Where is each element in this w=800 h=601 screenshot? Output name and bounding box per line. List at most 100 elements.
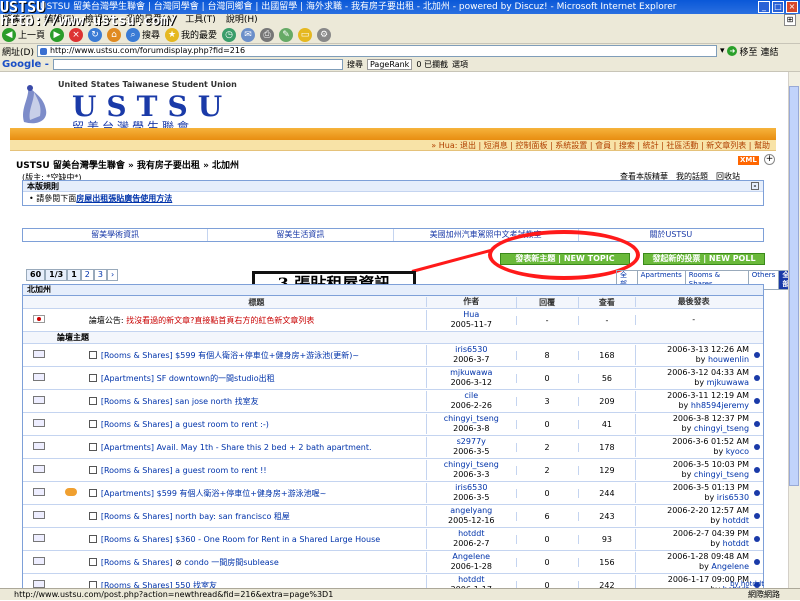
select-checkbox[interactable] — [88, 443, 97, 451]
table-row[interactable]: [Rooms & Shares] san jose north 找室友 cile 2… — [23, 390, 763, 413]
menu-help[interactable]: 說明(H) — [226, 14, 258, 26]
topic-category[interactable]: [Rooms & Shares] — [101, 512, 173, 521]
breadcrumb[interactable]: USTSU 留美台灣學生聯會 » 我有房子要出租 » 北加州 — [16, 158, 239, 171]
topic-title[interactable]: san jose north 找室友 — [175, 397, 258, 406]
last-post-author[interactable]: mjkuwawa — [707, 378, 749, 387]
topic-author[interactable]: angelyang — [429, 506, 514, 516]
table-row[interactable]: [Apartments] $599 有個人衛浴+停車位+健身房+游泳池喔~ iri… — [23, 482, 763, 505]
select-checkbox[interactable] — [88, 397, 97, 405]
favorites-button[interactable]: ★ 我的最愛 — [165, 27, 217, 42]
maximize-icon[interactable]: □ — [772, 1, 784, 13]
table-row[interactable]: [Rooms & Shares] 550 找室友hotddt2006-1-170… — [23, 574, 763, 588]
last-post-author[interactable]: chingyi_tseng — [694, 470, 749, 479]
mail-icon[interactable]: ✉ — [241, 27, 256, 42]
collapse-icon[interactable]: - — [751, 182, 759, 190]
page-3[interactable]: 3 — [93, 269, 107, 281]
topic-category[interactable]: [Rooms & Shares] — [101, 558, 173, 567]
select-checkbox[interactable] — [88, 512, 97, 520]
stop-icon[interactable]: × — [69, 27, 84, 42]
go-to-last-icon[interactable] — [754, 535, 761, 542]
table-row[interactable]: [Apartments] Avail. May 1th - Share this… — [23, 436, 763, 459]
topic-category[interactable]: [Rooms & Shares] — [101, 351, 173, 360]
select-checkbox[interactable] — [88, 351, 97, 359]
topic-author[interactable]: hotddt — [429, 575, 514, 585]
google-search-button[interactable]: 搜尋 — [347, 59, 363, 70]
history-icon[interactable]: ◷ — [222, 27, 237, 42]
refresh-icon[interactable]: ↻ — [88, 27, 103, 42]
topic-category[interactable]: [Apartments] — [101, 443, 154, 452]
links-label[interactable]: 連結 — [761, 45, 779, 58]
nav-academic[interactable]: 留美學術資訊 — [23, 229, 209, 241]
address-dropdown-icon[interactable]: ▾ — [720, 46, 725, 56]
topic-category[interactable]: [Rooms & Shares] — [101, 420, 173, 429]
select-checkbox[interactable] — [88, 420, 97, 428]
go-to-last-icon[interactable] — [754, 558, 761, 565]
xml-feed-badge[interactable]: XML — [738, 156, 759, 165]
table-row[interactable]: [Rooms & Shares] ⊘ condo 一間房間sublease Ang… — [23, 551, 763, 574]
google-logo[interactable]: Google - — [2, 59, 49, 70]
go-to-last-icon[interactable] — [754, 374, 761, 381]
go-to-last-icon[interactable] — [754, 351, 761, 358]
menu-tools[interactable]: 工具(T) — [185, 14, 216, 26]
edit-icon[interactable]: ✎ — [279, 27, 294, 42]
topic-title[interactable]: north bay: san francisco 租屋 — [175, 512, 290, 521]
forward-arrow-icon[interactable]: ▶ — [50, 27, 65, 42]
page-2[interactable]: 2 — [80, 269, 94, 281]
topic-title[interactable]: a guest room to rent !! — [175, 466, 266, 475]
go-to-last-icon[interactable] — [754, 397, 761, 404]
topic-author[interactable]: iris6530 — [429, 345, 514, 355]
topic-title[interactable]: $599 有個人衛浴+停車位+健身房+游泳池喔~ — [157, 489, 327, 498]
table-row[interactable]: [Apartments] SF downtown的一間studio出租 mjkuw… — [23, 367, 763, 390]
rules-link[interactable]: 房屋出租張貼廣告使用方法 — [76, 194, 172, 203]
topic-title[interactable]: SF downtown的一間studio出租 — [157, 374, 275, 383]
last-post-author[interactable]: chingyi_tseng — [694, 424, 749, 433]
nav-living[interactable]: 留美生活資訊 — [208, 229, 394, 241]
table-row[interactable]: [Rooms & Shares] a guest room to rent !!… — [23, 459, 763, 482]
topic-title[interactable]: $360 - One Room for Rent in a Shared Lar… — [175, 535, 380, 544]
topic-author[interactable]: cile — [429, 391, 514, 401]
page-1[interactable]: 1 — [67, 269, 81, 281]
google-search-input[interactable] — [52, 59, 343, 70]
address-input[interactable]: http://www.ustsu.com/forumdisplay.php?fi… — [36, 45, 717, 57]
back-button[interactable]: ◀ 上一頁 — [2, 27, 45, 42]
table-row[interactable]: [Rooms & Shares] $599 有個人衛浴+停車位+健身房+游泳池(… — [23, 344, 763, 367]
topic-category[interactable]: [Rooms & Shares] — [101, 535, 173, 544]
topic-category[interactable]: [Apartments] — [101, 489, 154, 498]
topic-title[interactable]: a guest room to rent :-) — [175, 420, 269, 429]
go-to-last-icon[interactable] — [754, 489, 761, 496]
last-post-author[interactable]: iris6530 — [717, 493, 749, 502]
topic-title[interactable]: condo 一間房間sublease — [184, 558, 278, 567]
folder-icon[interactable]: ▭ — [298, 27, 313, 42]
announcement-title[interactable]: 找沒看過的新文章?直接點首頁右方的紅色新文章列表 — [126, 316, 314, 325]
topic-category[interactable]: [Apartments] — [101, 374, 154, 383]
select-checkbox[interactable] — [88, 535, 97, 543]
popup-blocked-counter[interactable]: 0 已攔截 — [416, 59, 448, 70]
last-post-author[interactable]: houwenlin — [708, 355, 749, 364]
print-icon[interactable]: ⎙ — [260, 27, 275, 42]
go-button[interactable]: ➜ 移至 — [727, 45, 758, 58]
go-to-last-icon[interactable] — [754, 512, 761, 519]
google-options-button[interactable]: 選項 — [452, 59, 468, 70]
topic-author[interactable]: mjkuwawa — [429, 368, 514, 378]
user-links-text[interactable]: » Hua: 退出 | 短消息 | 控制面板 | 系統設置 | 會員 | 搜索 … — [431, 141, 770, 150]
new-poll-button[interactable]: 發起新的投票 | NEW POLL — [643, 253, 765, 265]
scrollbar-thumb[interactable] — [789, 86, 799, 486]
tools-icon[interactable]: ⚙ — [317, 27, 332, 42]
announcement-author[interactable]: Hua — [429, 310, 514, 320]
topic-title[interactable]: 550 找室友 — [175, 581, 217, 589]
table-row[interactable]: [Rooms & Shares] north bay: san francisc… — [23, 505, 763, 528]
go-to-last-icon[interactable] — [754, 420, 761, 427]
go-to-last-icon[interactable] — [754, 466, 761, 473]
select-checkbox[interactable] — [88, 581, 97, 588]
topic-author[interactable]: chingyi_tseng — [429, 414, 514, 424]
select-checkbox[interactable] — [88, 466, 97, 474]
last-post-author[interactable]: Angelene — [711, 562, 749, 571]
expand-icon[interactable]: + — [764, 154, 775, 165]
last-post-author[interactable]: hh8594jeremy — [691, 401, 749, 410]
table-row[interactable]: [Rooms & Shares] a guest room to rent :-… — [23, 413, 763, 436]
select-checkbox[interactable] — [88, 374, 97, 382]
table-row[interactable]: [Rooms & Shares] $360 - One Room for Ren… — [23, 528, 763, 551]
topic-category[interactable]: [Rooms & Shares] — [101, 466, 173, 475]
close-icon[interactable]: × — [786, 1, 798, 13]
go-to-last-icon[interactable] — [754, 443, 761, 450]
